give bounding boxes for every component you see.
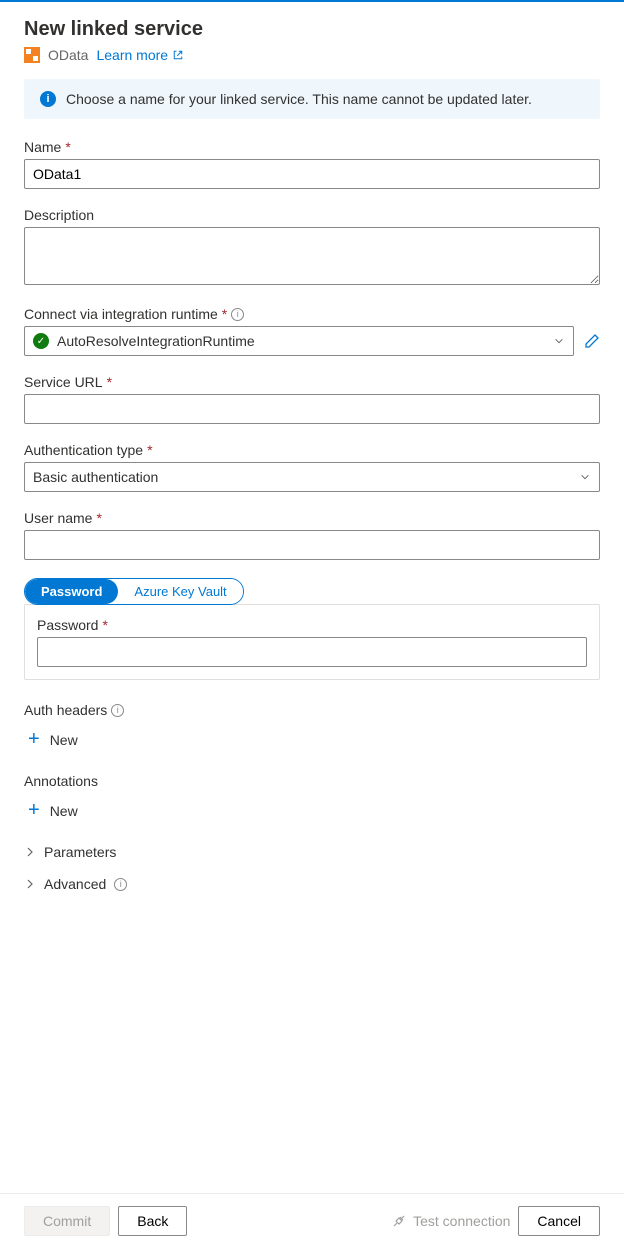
password-label: Password* [37, 617, 587, 633]
add-annotation-button[interactable]: + New [24, 793, 600, 828]
auth-type-label: Authentication type* [24, 442, 600, 458]
description-label: Description [24, 207, 600, 223]
subtitle-row: OData Learn more [24, 47, 600, 63]
parameters-section[interactable]: Parameters [24, 840, 600, 864]
chevron-down-icon [554, 336, 564, 346]
password-source-segment: Password Azure Key Vault [24, 578, 244, 605]
external-link-icon [172, 49, 184, 61]
plus-icon: + [28, 799, 40, 822]
info-text: Choose a name for your linked service. T… [66, 91, 532, 107]
name-input[interactable] [24, 159, 600, 189]
name-label: Name* [24, 139, 600, 155]
auth-type-select[interactable]: Basic authentication [24, 462, 600, 492]
back-button[interactable]: Back [118, 1206, 187, 1236]
advanced-section[interactable]: Advanced i [24, 872, 600, 896]
annotations-label: Annotations [24, 773, 600, 789]
runtime-select[interactable]: ✓ AutoResolveIntegrationRuntime [24, 326, 574, 356]
info-icon[interactable]: i [231, 308, 244, 321]
info-banner: i Choose a name for your linked service.… [24, 79, 600, 119]
username-input[interactable] [24, 530, 600, 560]
plug-icon [391, 1213, 407, 1229]
service-url-label: Service URL* [24, 374, 600, 390]
chevron-down-icon [580, 472, 590, 482]
cancel-button[interactable]: Cancel [518, 1206, 600, 1236]
chevron-right-icon [24, 878, 36, 890]
test-connection-button: Test connection [391, 1213, 510, 1229]
odata-icon [24, 47, 40, 63]
edit-icon[interactable] [584, 333, 600, 349]
auth-headers-label: Auth headers i [24, 702, 600, 718]
subtitle-text: OData [48, 47, 88, 63]
segment-azure-key-vault[interactable]: Azure Key Vault [118, 579, 242, 604]
description-input[interactable] [24, 227, 600, 285]
password-input[interactable] [37, 637, 587, 667]
page-title: New linked service [24, 18, 600, 41]
plus-icon: + [28, 728, 40, 751]
commit-button: Commit [24, 1206, 110, 1236]
learn-more-link[interactable]: Learn more [96, 47, 184, 63]
check-icon: ✓ [33, 333, 49, 349]
info-icon[interactable]: i [111, 704, 124, 717]
username-label: User name* [24, 510, 600, 526]
chevron-right-icon [24, 846, 36, 858]
info-icon: i [40, 91, 56, 107]
service-url-input[interactable] [24, 394, 600, 424]
add-auth-header-button[interactable]: + New [24, 722, 600, 757]
footer: Commit Back Test connection Cancel [0, 1193, 624, 1248]
info-icon[interactable]: i [114, 878, 127, 891]
runtime-label: Connect via integration runtime* i [24, 306, 600, 322]
segment-password[interactable]: Password [25, 579, 118, 604]
